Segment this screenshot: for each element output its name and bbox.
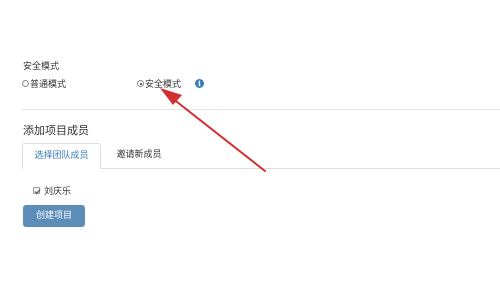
red-arrow-annotation xyxy=(160,88,266,172)
